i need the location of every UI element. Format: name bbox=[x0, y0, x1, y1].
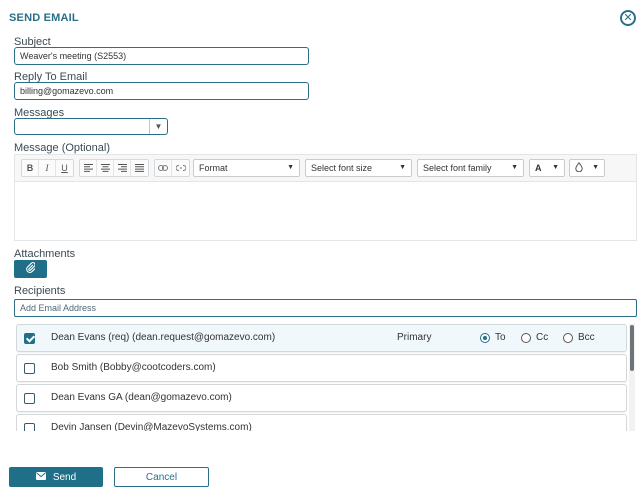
recipient-row[interactable]: Bob Smith (Bobby@cootcoders.com) bbox=[16, 354, 627, 382]
editor-toolbar: B I U Format ▼ Select font size ▼ Select… bbox=[15, 155, 636, 182]
dialog-title: SEND EMAIL bbox=[9, 12, 79, 24]
background-color-picker[interactable]: ▼ bbox=[569, 159, 605, 177]
chevron-down-icon: ▼ bbox=[149, 119, 167, 134]
chevron-down-icon: ▼ bbox=[552, 164, 559, 171]
recipient-name: Dean Evans (req) (dean.request@gomazevo.… bbox=[51, 332, 276, 343]
format-dropdown[interactable]: Format ▼ bbox=[193, 159, 300, 177]
cc-radio-group[interactable]: Cc bbox=[521, 332, 548, 343]
chevron-down-icon: ▼ bbox=[592, 164, 599, 171]
messages-select[interactable]: ▼ bbox=[14, 118, 168, 135]
italic-button[interactable]: I bbox=[39, 160, 56, 176]
bcc-radio-group[interactable]: Bcc bbox=[563, 332, 595, 343]
font-color-icon: A bbox=[535, 163, 542, 173]
send-button-label: Send bbox=[52, 471, 77, 483]
text-style-group: B I U bbox=[21, 159, 74, 177]
reply-to-input[interactable]: billing@gomazevo.com bbox=[14, 82, 309, 100]
to-radio-label: To bbox=[495, 332, 506, 343]
bcc-radio[interactable] bbox=[563, 332, 573, 343]
format-dropdown-value: Format bbox=[199, 163, 228, 173]
recipients-label: Recipients bbox=[14, 285, 66, 297]
subject-input[interactable]: Weaver's meeting (S2553) bbox=[14, 47, 309, 65]
droplet-icon bbox=[575, 161, 583, 173]
recipient-row[interactable]: Devin Jansen (Devin@MazevoSystems.com) bbox=[16, 414, 627, 431]
align-right-icon[interactable] bbox=[114, 160, 131, 176]
unlink-icon[interactable] bbox=[172, 160, 189, 176]
attachments-label: Attachments bbox=[14, 248, 76, 260]
cc-radio[interactable] bbox=[521, 332, 531, 343]
font-family-dropdown[interactable]: Select font family ▼ bbox=[417, 159, 524, 177]
justify-icon[interactable] bbox=[131, 160, 148, 176]
align-left-icon[interactable] bbox=[80, 160, 97, 176]
cancel-button[interactable]: Cancel bbox=[114, 467, 209, 487]
recipient-scrollbar-thumb[interactable] bbox=[630, 325, 634, 371]
to-radio[interactable] bbox=[480, 332, 490, 343]
recipient-list: Dean Evans (req) (dean.request@gomazevo.… bbox=[14, 321, 637, 431]
chevron-down-icon: ▼ bbox=[399, 164, 406, 171]
font-color-picker[interactable]: A ▼ bbox=[529, 159, 565, 177]
primary-label: Primary bbox=[397, 332, 432, 343]
recipient-name: Bob Smith (Bobby@cootcoders.com) bbox=[51, 362, 216, 373]
link-group bbox=[154, 159, 190, 177]
font-size-dropdown[interactable]: Select font size ▼ bbox=[305, 159, 412, 177]
message-editor[interactable]: B I U Format ▼ Select font size ▼ Select… bbox=[14, 154, 637, 241]
link-icon[interactable] bbox=[155, 160, 172, 176]
message-label: Message (Optional) bbox=[14, 142, 110, 154]
recipient-checkbox[interactable] bbox=[24, 333, 35, 344]
recipient-checkbox[interactable] bbox=[24, 393, 35, 404]
font-size-dropdown-value: Select font size bbox=[311, 163, 373, 173]
recipient-row[interactable]: Dean Evans GA (dean@gomazevo.com) bbox=[16, 384, 627, 412]
bold-button[interactable]: B bbox=[22, 160, 39, 176]
underline-button[interactable]: U bbox=[56, 160, 73, 176]
recipient-checkbox[interactable] bbox=[24, 423, 35, 431]
add-email-input[interactable]: Add Email Address bbox=[14, 299, 637, 317]
recipient-row[interactable]: Dean Evans (req) (dean.request@gomazevo.… bbox=[16, 324, 627, 352]
chevron-down-icon: ▼ bbox=[287, 164, 294, 171]
align-center-icon[interactable] bbox=[97, 160, 114, 176]
align-group bbox=[79, 159, 149, 177]
envelope-icon bbox=[35, 471, 46, 483]
font-family-dropdown-value: Select font family bbox=[423, 163, 492, 173]
attach-button[interactable] bbox=[14, 260, 47, 278]
chevron-down-icon: ▼ bbox=[511, 164, 518, 171]
recipient-name: Devin Jansen (Devin@MazevoSystems.com) bbox=[51, 422, 252, 431]
paperclip-icon bbox=[26, 262, 36, 276]
bcc-radio-label: Bcc bbox=[578, 332, 595, 343]
send-button[interactable]: Send bbox=[9, 467, 103, 487]
to-radio-group[interactable]: To bbox=[480, 332, 506, 343]
recipient-name: Dean Evans GA (dean@gomazevo.com) bbox=[51, 392, 232, 403]
cc-radio-label: Cc bbox=[536, 332, 549, 343]
close-icon[interactable]: ✕ bbox=[620, 10, 636, 26]
recipient-checkbox[interactable] bbox=[24, 363, 35, 374]
